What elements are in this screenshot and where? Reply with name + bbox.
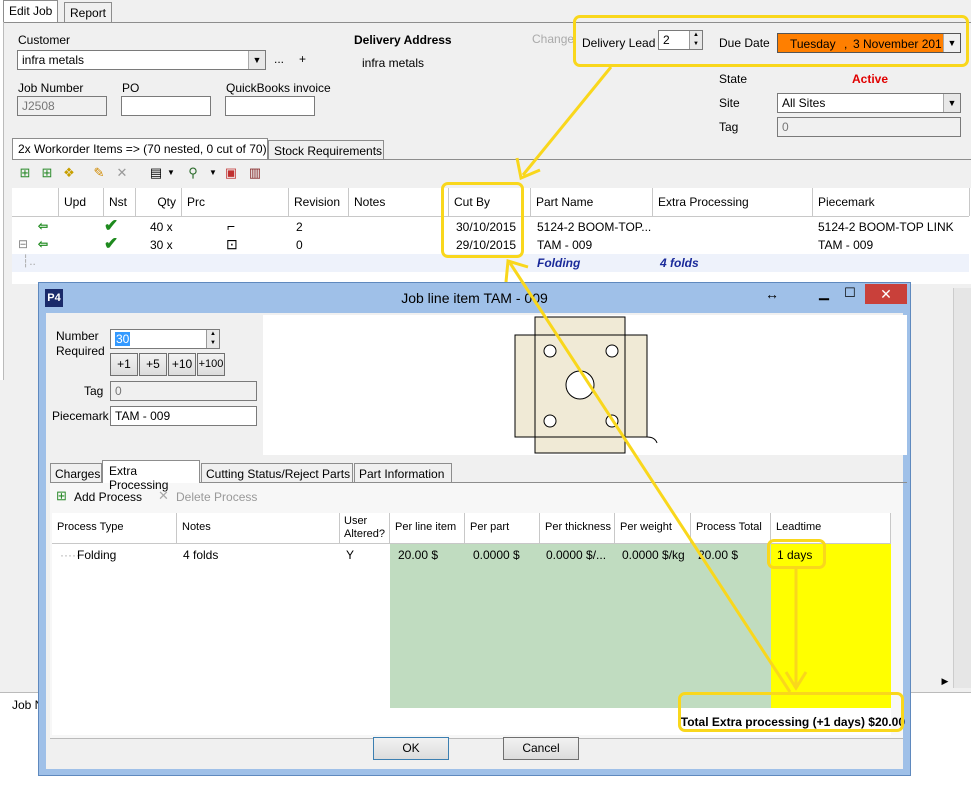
tab-edit-job[interactable]: Edit Job [3,0,59,22]
annotation-arrows [504,66,808,693]
tab-extra-processing[interactable]: Extra Processing [102,460,200,492]
